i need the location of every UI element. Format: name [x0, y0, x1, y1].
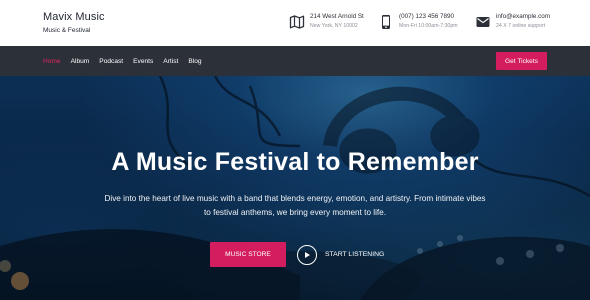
start-listening-label: START LISTENING [325, 251, 385, 258]
phone-hours: Mon-Fri 10:00am-7:30pm [399, 23, 458, 29]
map-icon [289, 15, 305, 29]
top-info-bar: Mavix Music Music & Festival 214 West Ar… [0, 0, 590, 46]
hero-section: A Music Festival to Remember Dive into t… [0, 76, 590, 300]
brand-title: Mavix Music [43, 11, 105, 23]
start-listening-button[interactable]: START LISTENING [297, 244, 384, 265]
address-line: 214 West Arnold St [310, 13, 364, 20]
nav-item-home[interactable]: Home [43, 58, 61, 65]
brand[interactable]: Mavix Music Music & Festival [43, 11, 105, 34]
main-nav-bar: Home Album Podcast Events Artist Blog Ge… [0, 46, 590, 76]
hero-overlay [0, 76, 590, 300]
address-info: 214 West Arnold St New York, NY 10002 [289, 12, 364, 31]
play-icon[interactable] [297, 244, 317, 265]
hero-title: A Music Festival to Remember [111, 148, 479, 176]
nav-item-events[interactable]: Events [133, 58, 153, 65]
nav-menu: Home Album Podcast Events Artist Blog [43, 46, 212, 76]
nav-item-podcast[interactable]: Podcast [99, 58, 123, 65]
phone-number[interactable]: (007) 123 456 7890 [399, 12, 458, 21]
hero-description: Dive into the heart of live music with a… [104, 194, 486, 217]
nav-item-blog[interactable]: Blog [188, 58, 201, 65]
music-store-button[interactable]: MUSIC STORE [210, 242, 286, 267]
get-tickets-button[interactable]: Get Tickets [496, 52, 547, 70]
phone-icon [382, 15, 390, 29]
phone-info: (007) 123 456 7890 Mon-Fri 10:00am-7:30p… [378, 12, 458, 31]
email-address[interactable]: info@example.com [496, 12, 550, 21]
email-info: info@example.com 24 X 7 online support [475, 12, 550, 31]
email-support: 24 X 7 online support [496, 23, 546, 29]
brand-subtitle: Music & Festival [43, 27, 91, 34]
nav-item-artist[interactable]: Artist [163, 58, 178, 65]
nav-item-album[interactable]: Album [71, 58, 90, 65]
address-city: New York, NY 10002 [310, 23, 358, 29]
mail-icon [476, 17, 490, 27]
